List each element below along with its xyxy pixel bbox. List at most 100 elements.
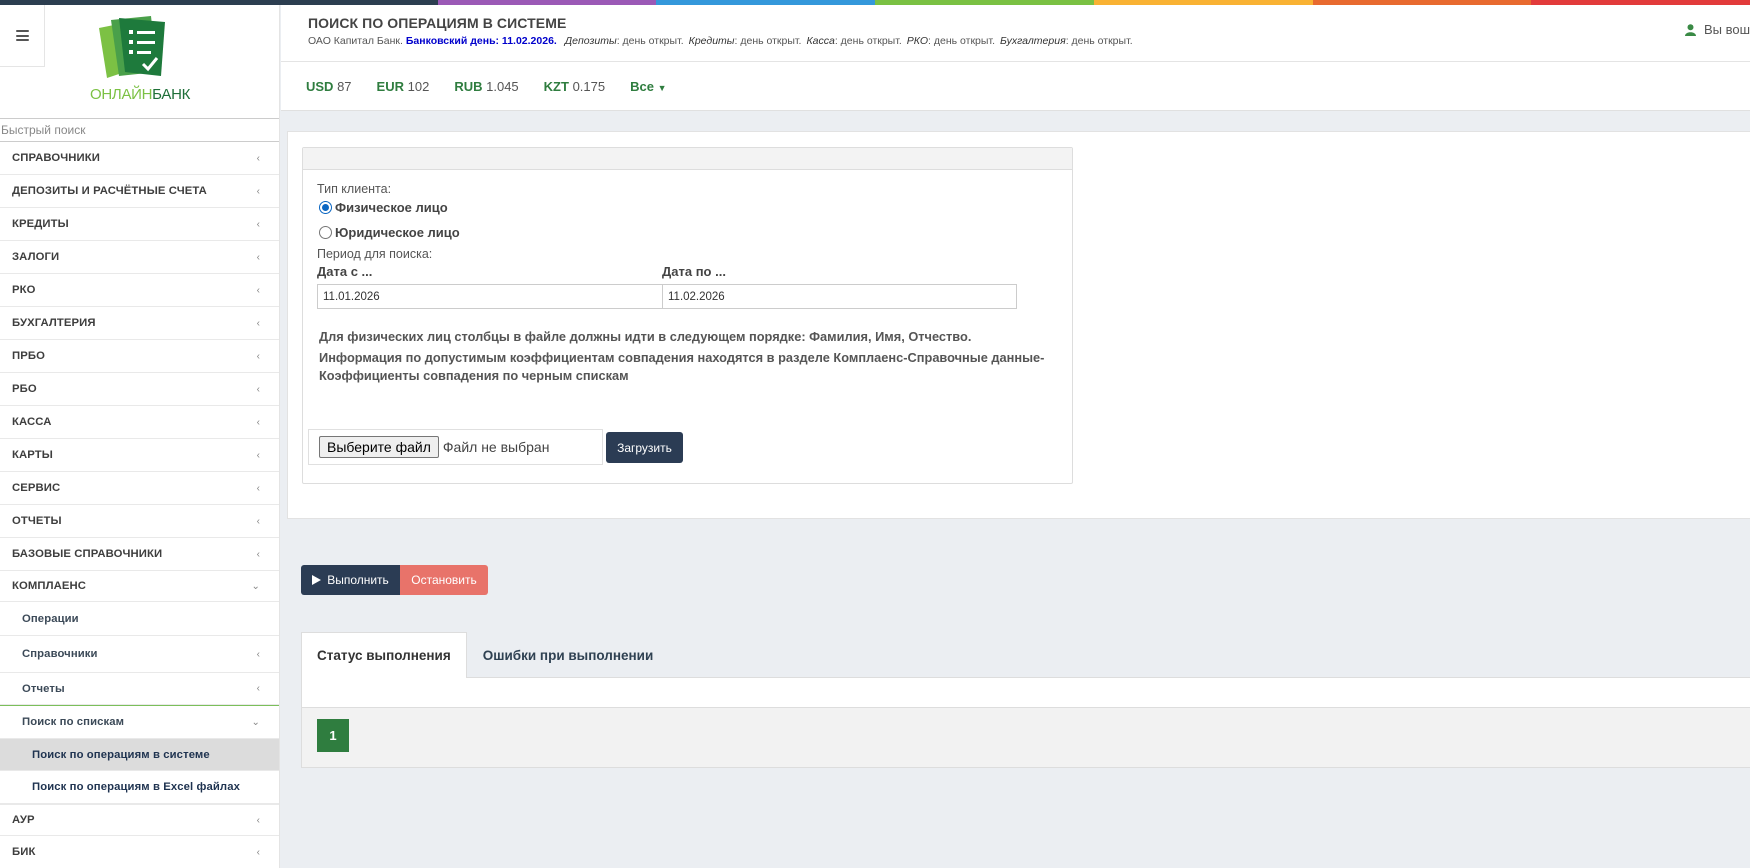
run-button[interactable]: Выполнить <box>301 565 400 595</box>
sidebar-item[interactable]: Поиск по операциям в Excel файлах <box>0 771 279 804</box>
sidebar-item-label: Операции <box>22 612 79 625</box>
user-text: Вы вош <box>1703 22 1750 37</box>
sidebar-item-label: СПРАВОЧНИКИ <box>12 152 100 164</box>
sidebar-menu: СПРАВОЧНИКИ ‹ ДЕПОЗИТЫ И РАСЧЁТНЫЕ СЧЕТА ‹ К… <box>0 142 279 868</box>
user-icon <box>1684 23 1696 36</box>
sidebar-item[interactable]: БИК ‹ <box>0 836 279 868</box>
page-button-current[interactable]: 1 <box>317 719 349 752</box>
sidebar-item[interactable]: Поиск по спискам ⌄ <box>0 705 279 739</box>
sidebar-item[interactable]: ОТЧЕТЫ ‹ <box>0 505 279 538</box>
sidebar-item-label: Справочники <box>22 648 98 660</box>
radio-legal-entity-button[interactable] <box>319 226 332 239</box>
hamburger-menu-icon <box>15 30 29 41</box>
currency-rates-bar: USD 87 EUR 102 RUB 1.045 KZT 0.175 Все ▼ <box>281 62 1750 111</box>
play-icon <box>312 575 322 585</box>
tab-execution-errors[interactable]: Ошибки при выполнении <box>467 632 670 678</box>
stripe-segment <box>875 0 1094 5</box>
chevron-icon: ‹ <box>256 251 260 263</box>
bank-day: Банковский день: 11.02.2026. <box>405 35 557 47</box>
module-status: Касса: день открыт. <box>806 35 902 47</box>
sidebar-item[interactable]: РБО ‹ <box>0 373 279 406</box>
sidebar-item[interactable]: ПРБО ‹ <box>0 340 279 373</box>
sidebar-item[interactable]: БАЗОВЫЕ СПРАВОЧНИКИ ‹ <box>0 538 279 571</box>
sidebar-item[interactable]: Отчеты ‹ <box>0 673 279 705</box>
logo-area: ОНЛАЙНБАНК <box>0 5 279 117</box>
sidebar-item-label: КРЕДИТЫ <box>12 218 69 230</box>
tab-execution-status[interactable]: Статус выполнения <box>301 632 467 679</box>
user-info[interactable]: Вы вош <box>1684 22 1750 37</box>
currency-rate: RUB 1.045 <box>454 78 519 94</box>
date-to-label: Дата по ... <box>662 264 726 279</box>
sidebar-item-label: АУР <box>12 814 35 826</box>
sidebar-item[interactable]: Операции <box>0 602 279 636</box>
sidebar-item[interactable]: КАРТЫ ‹ <box>0 439 279 472</box>
stop-button[interactable]: Остановить <box>400 565 488 595</box>
chevron-icon: ‹ <box>256 185 260 197</box>
module-status: Депозиты: день открыт. <box>564 35 684 47</box>
choose-file-button[interactable]: Выберите файл <box>319 436 439 458</box>
sidebar-item[interactable]: БУХГАЛТЕРИЯ ‹ <box>0 307 279 340</box>
caret-down-icon: ▼ <box>657 82 667 93</box>
sidebar-item-label: Отчеты <box>22 682 65 695</box>
sidebar-item[interactable]: ЗАЛОГИ ‹ <box>0 241 279 274</box>
sidebar-item[interactable]: СЕРВИС ‹ <box>0 472 279 505</box>
sidebar-item-label: ДЕПОЗИТЫ И РАСЧЁТНЫЕ СЧЕТА <box>12 185 207 197</box>
form-box-header <box>303 148 1072 170</box>
sidebar: ОНЛАЙНБАНК СПРАВОЧНИКИ‹ДЕПОЗИТЫ И РАСЧЁТ… <box>0 5 280 868</box>
sidebar-item[interactable]: АУР ‹ <box>0 804 279 836</box>
action-buttons: Выполнить Остановить <box>301 565 488 595</box>
sidebar-item-label: РКО <box>12 284 36 296</box>
stripe-segment <box>656 0 875 5</box>
chevron-icon: ‹ <box>256 683 260 694</box>
sidebar-item[interactable]: КРЕДИТЫ ‹ <box>0 208 279 241</box>
chevron-icon: ‹ <box>256 449 260 461</box>
rates-all-dropdown[interactable]: Все ▼ <box>630 79 666 94</box>
stripe-segment <box>218 0 438 5</box>
tab-content <box>301 678 1750 708</box>
chevron-icon: ‹ <box>256 350 260 362</box>
date-to-input[interactable] <box>662 284 1017 309</box>
radio-legal-entity[interactable]: Юридическое лицо <box>319 225 460 240</box>
page-title: ПОИСК ПО ОПЕРАЦИЯМ В СИСТЕМЕ <box>308 15 567 31</box>
coefficients-note: Информация по допустимым коэффициентам с… <box>319 350 1045 383</box>
hamburger-menu-button[interactable] <box>0 5 45 67</box>
sidebar-item[interactable]: Поиск по операциям в системе <box>0 739 279 771</box>
file-chooser[interactable]: Выберите файл Файл не выбран <box>308 429 603 465</box>
chevron-icon: ‹ <box>256 814 260 826</box>
stripe-segment <box>1531 0 1750 5</box>
logo-text: ОНЛАЙНБАНК <box>90 86 191 103</box>
sidebar-item[interactable]: РКО ‹ <box>0 274 279 307</box>
sidebar-item-label: КОМПЛАЕНС <box>12 580 87 592</box>
chevron-icon: ‹ <box>256 284 260 296</box>
chevron-icon: ‹ <box>256 317 260 329</box>
sidebar-item-label: Поиск по операциям в Excel файлах <box>32 781 240 793</box>
sidebar-item[interactable]: КОМПЛАЕНС ⌄ <box>0 571 279 602</box>
file-status: Файл не выбран <box>442 439 550 455</box>
sidebar-item-label: Поиск по спискам <box>22 716 125 728</box>
chevron-icon: ‹ <box>256 548 260 560</box>
sidebar-item-label: КАРТЫ <box>12 449 53 461</box>
date-from-input[interactable] <box>317 284 672 309</box>
radio-individual[interactable]: Физическое лицо <box>319 200 448 215</box>
sidebar-item[interactable]: КАССА ‹ <box>0 406 279 439</box>
sidebar-item[interactable]: СПРАВОЧНИКИ ‹ <box>0 142 279 175</box>
logo-icon <box>99 16 165 78</box>
radio-individual-button[interactable] <box>319 201 332 214</box>
module-status: РКО: день открыт. <box>906 35 995 47</box>
client-type-label: Тип клиента: <box>317 182 392 196</box>
stripe-segment <box>0 0 219 5</box>
sidebar-item-label: БАЗОВЫЕ СПРАВОЧНИКИ <box>12 548 163 560</box>
quick-search-input[interactable] <box>0 118 279 142</box>
radio-individual-label: Физическое лицо <box>335 200 448 215</box>
sidebar-item[interactable]: ДЕПОЗИТЫ И РАСЧЁТНЫЕ СЧЕТА ‹ <box>0 175 279 208</box>
sidebar-item-label: ПРБО <box>12 350 45 362</box>
upload-button[interactable]: Загрузить <box>606 432 683 463</box>
search-panel: Тип клиента: Физическое лицо Юридическое… <box>287 131 1750 519</box>
date-from-label: Дата с ... <box>317 264 373 279</box>
chevron-icon: ⌄ <box>251 580 260 592</box>
logo[interactable]: ОНЛАЙНБАНК <box>90 14 191 106</box>
sidebar-item[interactable]: Справочники ‹ <box>0 636 279 673</box>
currency-rate: USD 87 <box>306 78 352 94</box>
sidebar-item-label: СЕРВИС <box>12 482 61 494</box>
sidebar-item-label: ЗАЛОГИ <box>12 251 60 263</box>
